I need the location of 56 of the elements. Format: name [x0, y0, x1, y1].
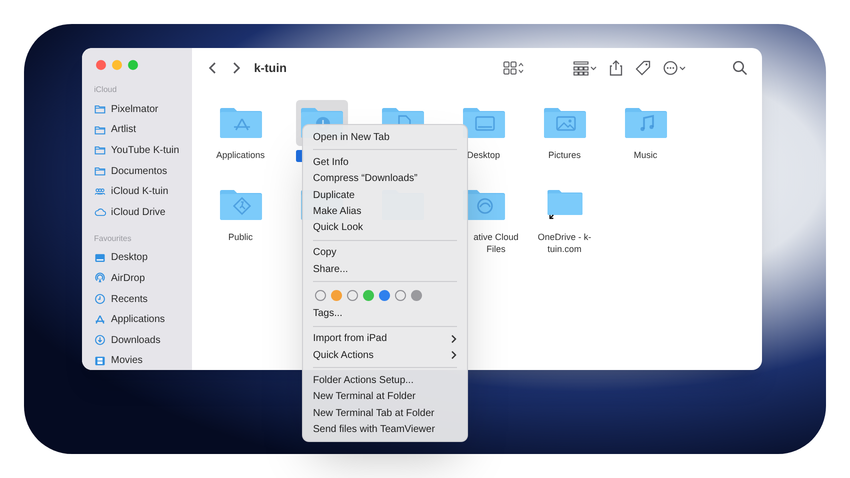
more-icon[interactable]: [663, 60, 686, 76]
sidebar-item[interactable]: iCloud Drive: [90, 202, 184, 223]
menu-item[interactable]: Share...: [303, 261, 467, 278]
close-button[interactable]: [96, 60, 106, 70]
folder-icon: [94, 144, 106, 156]
menu-item[interactable]: Duplicate: [303, 186, 467, 204]
file-name: Desktop: [466, 149, 502, 161]
sidebar-item[interactable]: Movies: [90, 350, 184, 370]
menu-item[interactable]: Tags...: [303, 305, 467, 322]
download-icon: [94, 334, 106, 346]
file-name: Applications: [215, 149, 266, 161]
search-icon[interactable]: [732, 60, 748, 76]
grid-view-icon[interactable]: [503, 60, 525, 76]
file-name: OneDrive - k-tuin.com: [536, 231, 592, 255]
share-icon[interactable]: [609, 60, 623, 76]
sidebar-item[interactable]: Desktop: [90, 248, 184, 268]
menu-item[interactable]: Get Info: [303, 154, 467, 171]
section-heading: Favourites: [93, 232, 132, 245]
menu-item[interactable]: Quick Look: [303, 219, 467, 236]
file-name: ative Cloud Files: [472, 231, 520, 255]
clock-icon: [94, 293, 106, 306]
tag-icon[interactable]: [635, 60, 651, 76]
file-name: Music: [632, 149, 658, 161]
menu-item[interactable]: New Terminal Tab at Folder: [303, 404, 467, 422]
window-title: k-tuin: [254, 60, 288, 77]
airdrop-icon: [94, 272, 106, 284]
file-name: Pictures: [547, 149, 582, 161]
back-icon[interactable]: [206, 60, 218, 76]
sidebar-item[interactable]: Applications: [90, 309, 184, 330]
menu-item[interactable]: Compress “Downloads”: [303, 170, 467, 187]
menu-item[interactable]: Import from iPad: [303, 330, 467, 347]
folder-icon: [94, 124, 106, 136]
sidebar-item[interactable]: Downloads: [90, 330, 184, 351]
folder-icon: [94, 165, 106, 178]
menu-item[interactable]: Quick Actions: [303, 346, 467, 364]
group-icon[interactable]: [573, 60, 597, 76]
menu-item[interactable]: Copy: [303, 244, 467, 262]
file-name: Public: [227, 231, 254, 243]
sidebar-item[interactable]: YouTube K-tuin: [90, 140, 184, 161]
app-store-icon: [94, 314, 106, 326]
folder-icon: [94, 103, 106, 116]
section-heading: iCloud: [93, 84, 118, 96]
menu-item[interactable]: Open in New Tab: [303, 129, 467, 146]
sidebar-item[interactable]: Pixelmator: [90, 99, 184, 120]
sidebar-item[interactable]: Artlist: [90, 120, 184, 140]
sidebar-item[interactable]: Recents: [90, 288, 184, 310]
menu-item[interactable]: Send files with TeamViewer: [303, 421, 467, 438]
sidebar-item[interactable]: AirDrop: [90, 268, 184, 289]
sidebar-item[interactable]: Documentos: [90, 160, 184, 182]
sidebar-item[interactable]: iCloud K-tuin: [90, 181, 184, 202]
film-icon: [94, 354, 106, 367]
cloud-icon: [94, 206, 106, 218]
desktop-icon: [94, 252, 106, 264]
menu-item[interactable]: Folder Actions Setup...: [303, 372, 467, 389]
zoom-button[interactable]: [128, 60, 138, 70]
menu-item[interactable]: New Terminal at Folder: [303, 388, 467, 405]
